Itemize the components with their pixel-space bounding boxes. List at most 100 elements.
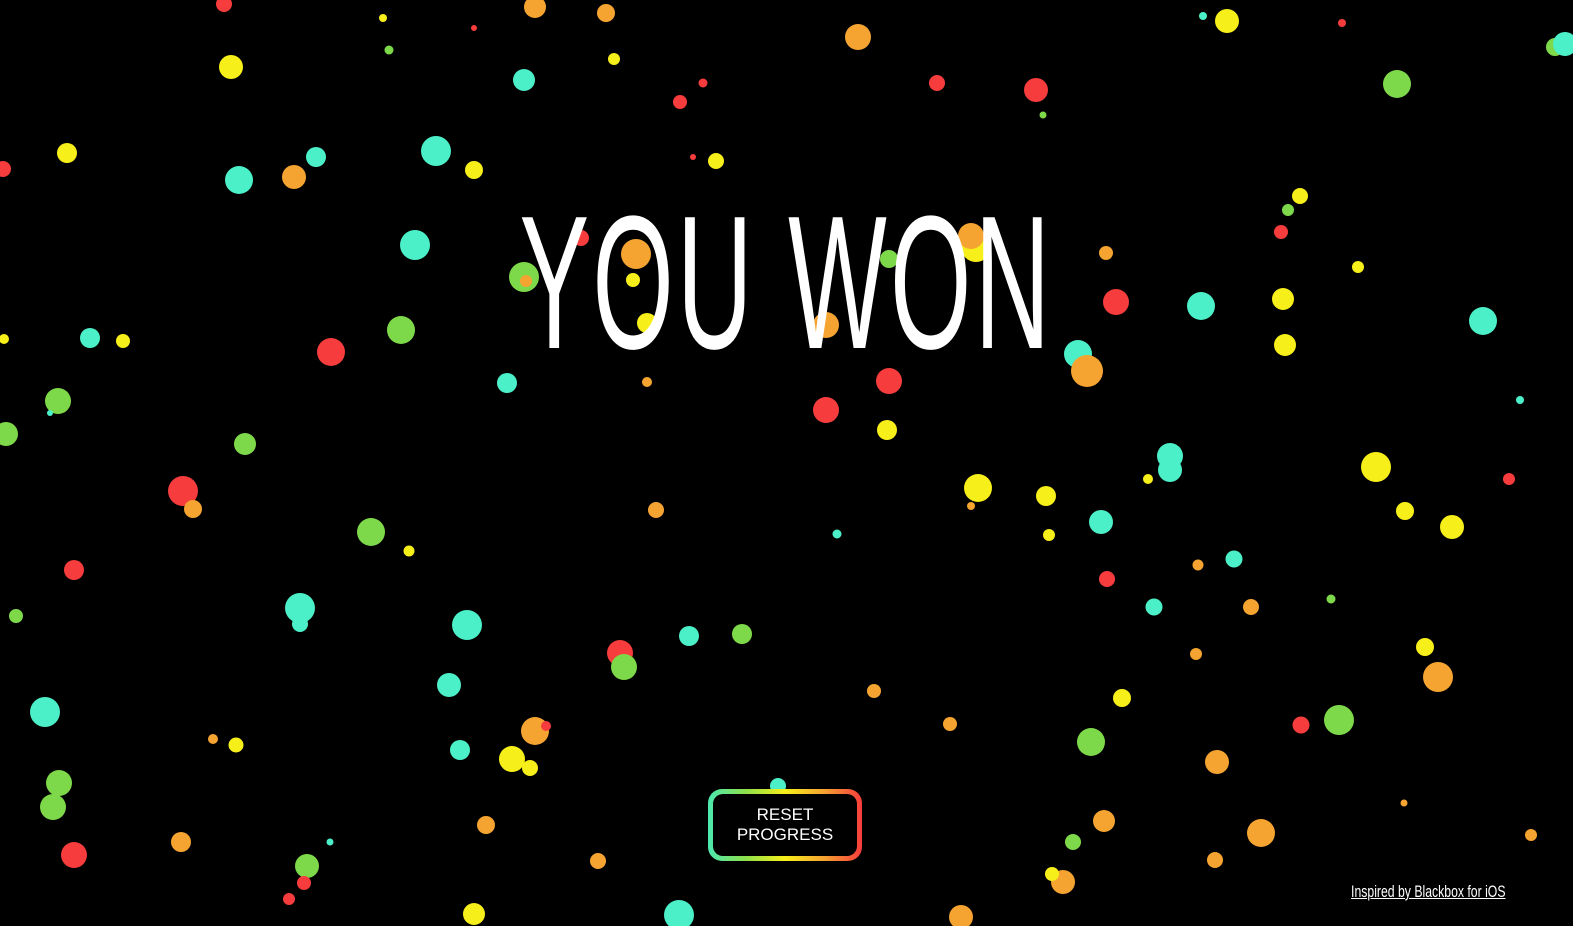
confetti-dot: [228, 737, 244, 753]
confetti-dot: [465, 161, 483, 179]
confetti-dot: [357, 518, 385, 546]
confetti-dot: [1247, 819, 1275, 847]
confetti-dot: [708, 153, 724, 169]
confetti-dot: [1039, 111, 1047, 119]
confetti-dot: [1553, 32, 1573, 56]
confetti-dot: [1416, 638, 1434, 656]
confetti-dot: [295, 854, 319, 878]
confetti-dot: [1143, 474, 1153, 484]
confetti-dot: [1158, 458, 1182, 482]
confetti-dot: [297, 876, 311, 890]
confetti-dot: [1423, 662, 1453, 692]
confetti-dot: [1396, 502, 1414, 520]
confetti-dot: [452, 610, 482, 640]
confetti-dot: [1383, 70, 1411, 98]
confetti-dot: [1093, 810, 1115, 832]
confetti-dot: [9, 609, 23, 623]
confetti-dot: [698, 78, 708, 88]
confetti-dot: [1145, 598, 1163, 616]
confetti-dot: [608, 53, 620, 65]
confetti-dot: [1190, 648, 1202, 660]
confetti-dot: [967, 502, 975, 510]
confetti-dot: [216, 0, 232, 12]
confetti-dot: [541, 721, 551, 731]
confetti-dot: [40, 794, 66, 820]
confetti-dot: [1205, 750, 1229, 774]
confetti-dot: [964, 474, 992, 502]
confetti-dot: [234, 433, 256, 455]
confetti-dot: [283, 893, 295, 905]
confetti-dot: [1225, 550, 1243, 568]
confetti-dot: [1036, 486, 1056, 506]
confetti-dot: [463, 903, 485, 925]
confetti-dot: [1024, 78, 1048, 102]
confetti-dot: [0, 422, 18, 446]
confetti-dot: [813, 397, 839, 423]
confetti-dot: [943, 717, 957, 731]
confetti-dot: [1516, 396, 1524, 404]
confetti-dot: [219, 55, 243, 79]
confetti-dot: [450, 740, 470, 760]
confetti-dot: [1243, 599, 1259, 615]
confetti-dot: [1292, 716, 1310, 734]
confetti-dot: [57, 143, 77, 163]
confetti-dot: [1215, 9, 1239, 33]
confetti-dot: [1099, 571, 1115, 587]
confetti-dot: [1192, 559, 1204, 571]
confetti-dot: [1077, 728, 1105, 756]
confetti-dot: [597, 4, 615, 22]
confetti-dot: [61, 842, 87, 868]
confetti-dot: [326, 838, 334, 846]
confetti-dot: [1065, 834, 1081, 850]
confetti-dot: [690, 154, 696, 160]
confetti-dot: [1503, 473, 1515, 485]
confetti-dot: [1043, 529, 1055, 541]
confetti-dot: [1045, 867, 1059, 881]
reset-button-label-line1: RESET: [756, 805, 814, 824]
confetti-dot: [1199, 12, 1207, 20]
confetti-dot: [1440, 515, 1464, 539]
confetti-dot: [403, 545, 415, 557]
confetti-dot: [867, 684, 881, 698]
confetti-dot: [522, 760, 538, 776]
confetti-dot: [1361, 452, 1391, 482]
confetti-dot: [648, 502, 664, 518]
confetti-dot: [590, 853, 606, 869]
confetti-dot: [1089, 510, 1113, 534]
credit-link[interactable]: Inspired by Blackbox for iOS: [1351, 882, 1505, 902]
confetti-dot: [306, 147, 326, 167]
confetti-dot: [877, 420, 897, 440]
confetti-dot: [30, 697, 60, 727]
confetti-dot: [47, 410, 53, 416]
confetti-dot: [292, 616, 308, 632]
reset-progress-button[interactable]: RESET PROGRESS: [708, 789, 862, 861]
confetti-dot: [611, 654, 637, 680]
confetti-dot: [1338, 19, 1346, 27]
confetti-dot: [46, 770, 72, 796]
confetti-dot: [379, 14, 387, 22]
confetti-dot: [929, 75, 945, 91]
reset-progress-button-inner[interactable]: RESET PROGRESS: [713, 794, 857, 856]
confetti-dot: [524, 0, 546, 18]
confetti-dot: [664, 900, 694, 926]
confetti-dot: [679, 626, 699, 646]
confetti-dot: [732, 624, 752, 644]
confetti-dot: [171, 832, 191, 852]
confetti-dot: [421, 136, 451, 166]
confetti-dot: [832, 529, 842, 539]
confetti-dot: [949, 905, 973, 926]
confetti-dot: [471, 25, 477, 31]
confetti-background: [0, 0, 1573, 926]
confetti-dot: [513, 69, 535, 91]
win-title-container: YOU WON: [0, 188, 1573, 378]
confetti-dot: [1207, 852, 1223, 868]
reset-button-label-line2: PROGRESS: [736, 825, 834, 844]
confetti-dot: [0, 161, 11, 177]
confetti-dot: [673, 95, 687, 109]
confetti-dot: [1525, 829, 1537, 841]
confetti-dot: [1400, 799, 1408, 807]
confetti-dot: [437, 673, 461, 697]
confetti-dot: [1113, 689, 1131, 707]
confetti-dot: [1326, 594, 1336, 604]
confetti-dot: [477, 816, 495, 834]
